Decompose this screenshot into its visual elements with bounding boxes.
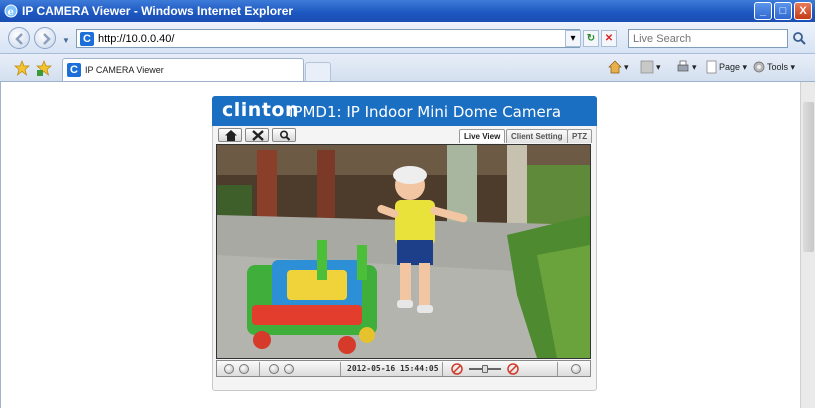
tools-menu-label: Tools xyxy=(767,62,789,72)
back-arrow-icon xyxy=(15,33,23,45)
divider xyxy=(442,362,443,376)
zoom-in-button[interactable] xyxy=(269,364,279,374)
camera-model-title: IPMD1: IP Indoor Mini Dome Camera xyxy=(289,103,562,121)
tools-icon xyxy=(252,130,264,141)
ie-logo-icon: e xyxy=(4,4,18,18)
svg-text:e: e xyxy=(8,7,14,18)
page-menu-label: Page xyxy=(719,62,741,72)
volume-slider[interactable] xyxy=(469,365,501,373)
address-dropdown-icon[interactable]: ▾ xyxy=(565,30,581,47)
refresh-icon[interactable]: ↻ xyxy=(583,30,599,47)
favorites-star-icon[interactable] xyxy=(14,60,30,76)
tools-gear-icon xyxy=(753,61,765,73)
back-button[interactable] xyxy=(8,27,30,49)
home-dropdown-icon[interactable]: ▾ xyxy=(624,62,629,73)
vertical-scrollbar[interactable] xyxy=(800,82,815,408)
mute-microphone-icon[interactable] xyxy=(507,363,519,375)
divider xyxy=(259,362,260,376)
tab-live-view[interactable]: Live View xyxy=(459,129,506,143)
tab-favicon-icon: C xyxy=(67,63,81,77)
print-icon[interactable] xyxy=(676,60,690,74)
search-icon[interactable] xyxy=(790,30,812,47)
stop-icon[interactable]: ✕ xyxy=(601,30,617,47)
snapshot-button[interactable] xyxy=(224,364,234,374)
tools-menu[interactable]: Tools ▾ xyxy=(767,62,795,73)
page-menu[interactable]: Page ▾ xyxy=(719,62,747,73)
settings-button[interactable] xyxy=(245,128,269,142)
address-field[interactable]: C http://10.0.0.40/ xyxy=(76,29,580,48)
camera-feed-image xyxy=(217,145,590,358)
feeds-icon[interactable] xyxy=(640,60,654,74)
scrollbar-thumb[interactable] xyxy=(803,102,814,252)
tab-toolbar: C IP CAMERA Viewer ▾ ▾ ▾ Page ▾ Tools ▾ xyxy=(0,54,815,82)
forward-button[interactable] xyxy=(34,27,56,49)
print-dropdown-icon[interactable]: ▾ xyxy=(692,62,697,73)
history-dropdown-icon[interactable]: ▼ xyxy=(62,36,70,45)
camera-toolbar: Live View Client Setting PTZ xyxy=(212,126,597,144)
video-control-bar: 2012-05-16 15:44:05 xyxy=(216,360,591,377)
live-video-stream[interactable] xyxy=(216,144,591,359)
video-timestamp: 2012-05-16 15:44:05 xyxy=(347,364,439,373)
brand-logo: clinton xyxy=(222,99,299,121)
fullscreen-button[interactable] xyxy=(571,364,581,374)
window-title-bar: e IP CAMERA Viewer - Windows Internet Ex… xyxy=(0,0,815,22)
feeds-dropdown-icon[interactable]: ▾ xyxy=(656,62,661,73)
record-button[interactable] xyxy=(239,364,249,374)
volume-slider-knob[interactable] xyxy=(482,365,488,373)
close-button[interactable]: X xyxy=(794,2,812,20)
magnifier-icon xyxy=(279,130,291,141)
maximize-button[interactable]: □ xyxy=(774,2,792,20)
tab-ip-camera-viewer[interactable]: C IP CAMERA Viewer xyxy=(62,58,304,81)
site-favicon-icon: C xyxy=(80,32,94,46)
home-icon xyxy=(225,130,237,141)
address-toolbar: ▼ C http://10.0.0.40/ ▾ ↻ ✕ xyxy=(0,22,815,54)
tab-ptz[interactable]: PTZ xyxy=(567,129,593,143)
zoom-button[interactable] xyxy=(272,128,296,142)
home-icon[interactable] xyxy=(608,60,622,74)
zoom-out-button[interactable] xyxy=(284,364,294,374)
camera-banner: clinton IPMD1: IP Indoor Mini Dome Camer… xyxy=(212,96,597,126)
home-button[interactable] xyxy=(218,128,242,142)
new-tab-button[interactable] xyxy=(305,62,331,81)
minimize-button[interactable]: _ xyxy=(754,2,772,20)
search-input[interactable] xyxy=(629,30,787,47)
window-title: IP CAMERA Viewer - Windows Internet Expl… xyxy=(22,4,294,18)
tab-label: IP CAMERA Viewer xyxy=(85,65,164,75)
forward-arrow-icon xyxy=(43,33,51,45)
divider xyxy=(340,362,341,376)
mute-speaker-icon[interactable] xyxy=(451,363,463,375)
address-url[interactable]: http://10.0.0.40/ xyxy=(98,33,174,45)
add-favorite-icon[interactable] xyxy=(36,60,52,76)
tab-client-setting[interactable]: Client Setting xyxy=(506,129,568,143)
page-icon xyxy=(706,60,717,74)
search-field[interactable] xyxy=(628,29,788,48)
divider xyxy=(557,362,558,376)
